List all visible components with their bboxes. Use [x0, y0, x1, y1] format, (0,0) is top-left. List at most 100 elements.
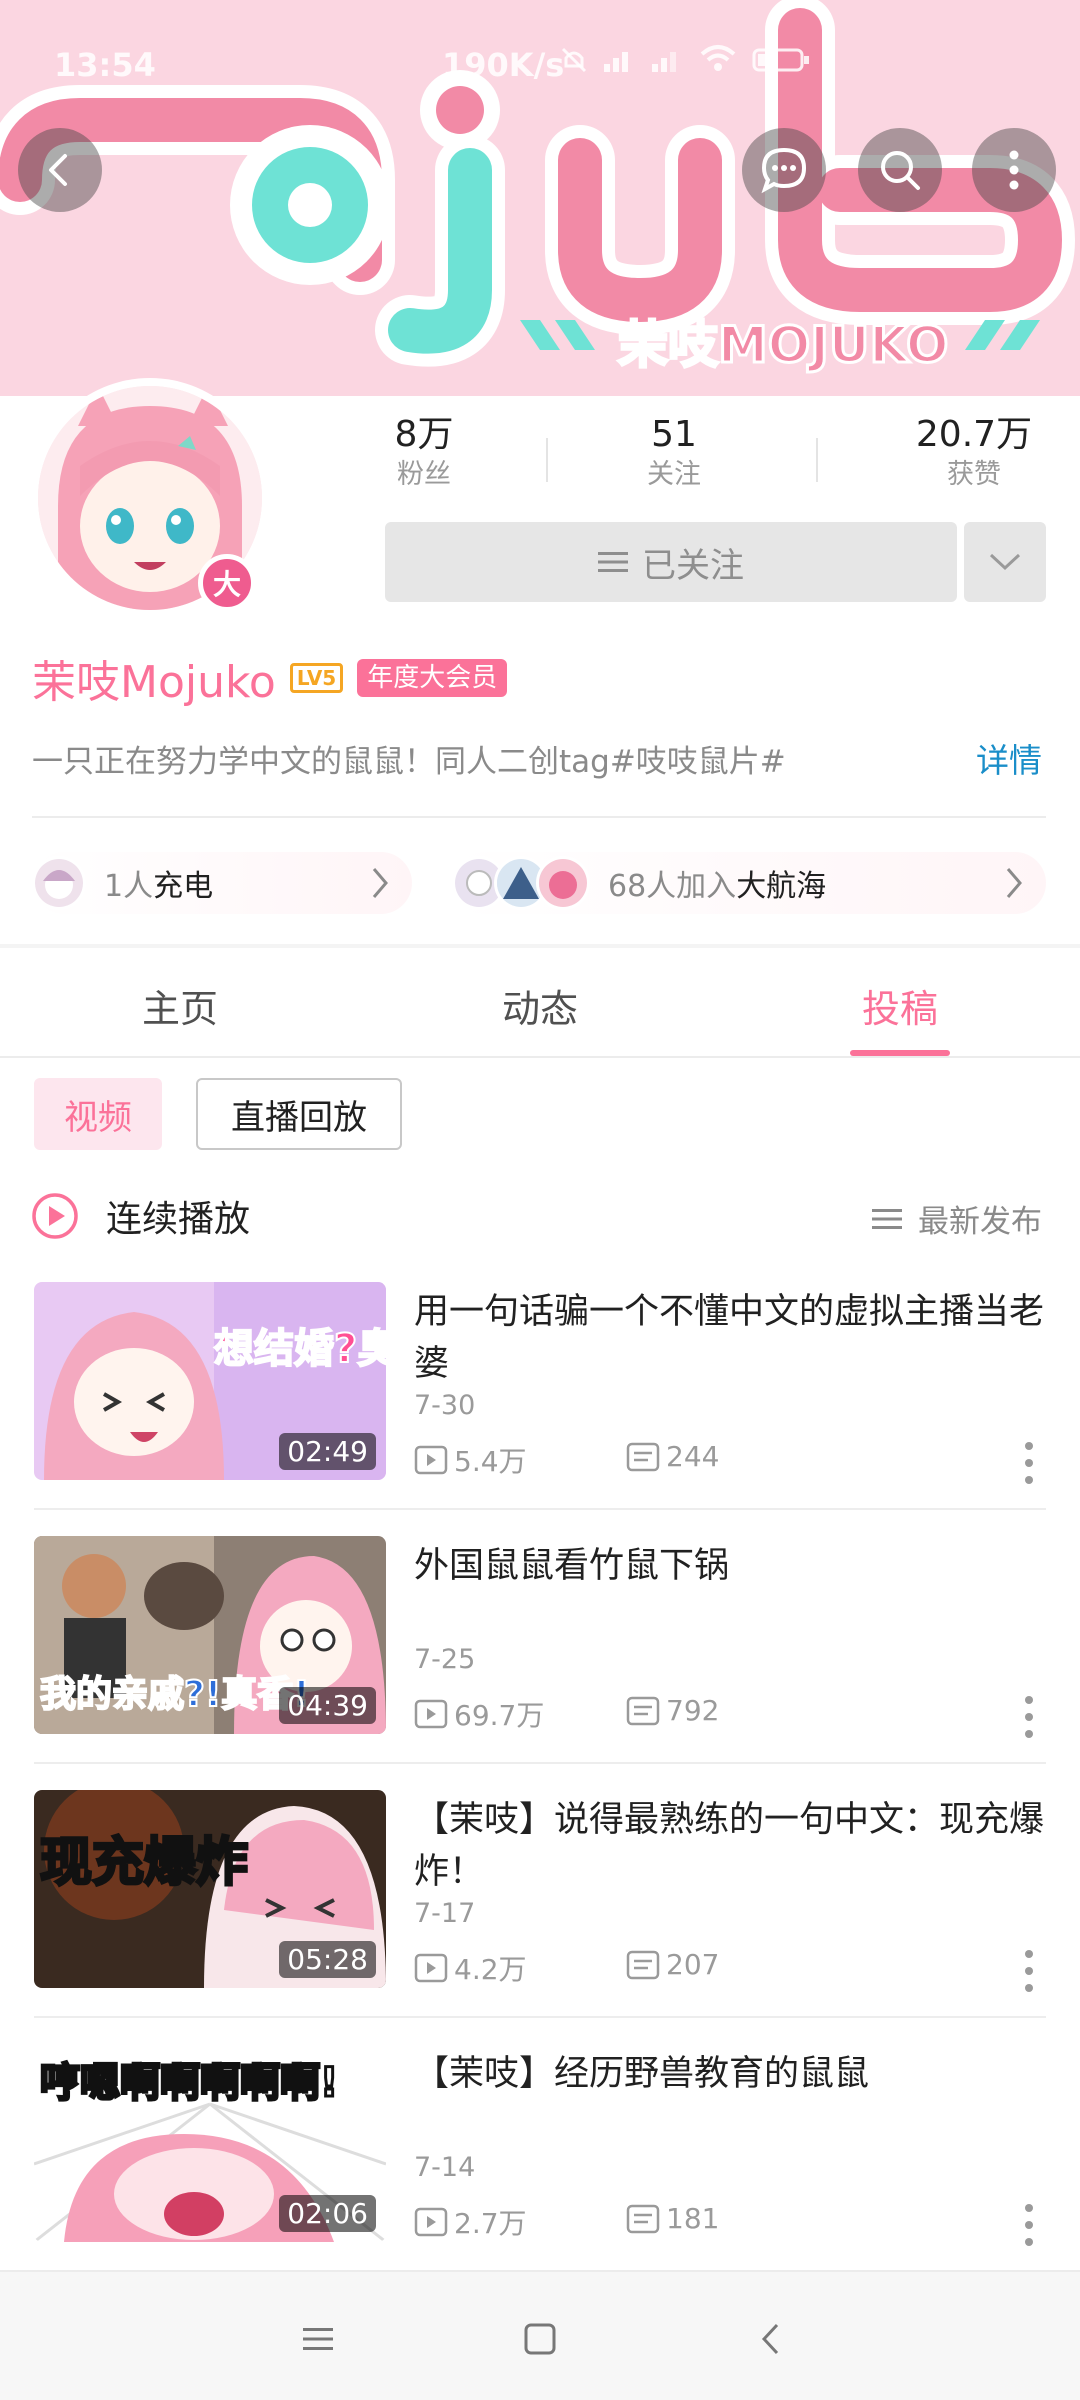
play-count-icon: [414, 1699, 448, 1729]
video-thumbnail[interactable]: 我的亲戚?!真香! 04:39: [34, 1536, 386, 1734]
charge-entry[interactable]: 1人充电: [32, 852, 412, 914]
bio-text: 一只正在努力学中文的鼠鼠！同人二创tag#吱吱鼠片#: [32, 744, 786, 780]
status-net-speed: 190K/s: [442, 46, 565, 84]
profile-tabs: 主页 动态 投稿: [0, 948, 1080, 1058]
signal-icon: [602, 44, 636, 82]
level-badge[interactable]: LV5: [289, 663, 344, 693]
video-danmaku: 181: [626, 2202, 719, 2235]
chevron-right-icon: [372, 868, 388, 898]
fleet-label: 大航海: [736, 869, 827, 904]
followed-button[interactable]: 已关注: [385, 522, 957, 602]
video-date: 7-17: [414, 1898, 476, 1929]
charge-count: 1人: [104, 869, 154, 904]
video-title[interactable]: 用一句话骗一个不懂中文的虚拟主播当老婆: [414, 1286, 1054, 1390]
stat-divider: [546, 438, 548, 482]
system-nav-bar: [0, 2270, 1080, 2400]
stat-following[interactable]: 51 关注: [624, 414, 724, 494]
mute-icon: [560, 44, 588, 82]
video-item[interactable]: 想结婚?臭老公! 02:49 用一句话骗一个不懂中文的虚拟主播当老婆 7-30 …: [0, 1282, 1080, 1536]
video-title[interactable]: 外国鼠鼠看竹鼠下锅: [414, 1540, 1054, 1592]
chevron-down-icon: [989, 553, 1021, 571]
play-count-icon: [414, 1445, 448, 1475]
video-duration: 04:39: [279, 1687, 376, 1724]
search-button[interactable]: [858, 128, 942, 212]
profile-banner: 茉吱MOJUKO 13:54 190K/s: [0, 0, 1080, 396]
video-thumbnail[interactable]: 现充爆炸 05:28: [34, 1790, 386, 1988]
sort-label: 最新发布: [918, 1204, 1042, 1240]
danmaku-icon: [626, 1442, 660, 1471]
more-vertical-icon: [1009, 150, 1019, 190]
video-danmaku: 792: [626, 1694, 719, 1727]
play-count-icon: [414, 1953, 448, 1983]
nav-back-button[interactable]: [740, 2314, 800, 2364]
more-options-button[interactable]: [972, 128, 1056, 212]
back-arrow-icon: [49, 154, 67, 186]
danmaku-icon: [626, 1950, 660, 1979]
signal-icon-2: [650, 44, 684, 82]
official-badge: 大: [198, 554, 256, 612]
stat-following-value: 51: [651, 414, 697, 455]
thumbnail-caption: 我的亲戚?!真香!: [40, 1674, 310, 1715]
video-duration: 02:06: [279, 2195, 376, 2232]
thumbnail-caption: 哼嗯啊啊啊啊啊!: [40, 2060, 338, 2106]
nav-home-button[interactable]: [510, 2314, 570, 2364]
video-item[interactable]: 哼嗯啊啊啊啊啊! 02:06 【茉吱】经历野兽教育的鼠鼠 7-14 2.7万 1…: [0, 2044, 1080, 2298]
video-danmaku: 207: [626, 1948, 719, 1981]
name-row: 茉吱Mojuko LV5 年度大会员: [32, 648, 508, 708]
video-more-icon[interactable]: [1016, 1946, 1042, 1996]
followed-label: 已关注: [642, 545, 744, 586]
username: 茉吱Mojuko: [32, 657, 276, 708]
video-duration: 02:49: [279, 1433, 376, 1470]
video-title[interactable]: 【茉吱】经历野兽教育的鼠鼠: [414, 2048, 1054, 2100]
stat-fans-value: 8万: [394, 414, 454, 455]
home-square-icon: [524, 2323, 556, 2355]
video-more-icon[interactable]: [1016, 1438, 1042, 1488]
chevron-right-icon: [1006, 868, 1022, 898]
stat-following-label: 关注: [647, 459, 701, 490]
play-count-icon: [414, 2207, 448, 2237]
video-thumbnail[interactable]: 想结婚?臭老公! 02:49: [34, 1282, 386, 1480]
follow-dropdown-button[interactable]: [964, 522, 1046, 602]
profile-stats: 8万 粉丝 51 关注 20.7万 获赞: [384, 414, 1044, 504]
danmaku-icon: [626, 1696, 660, 1725]
nav-recents-button[interactable]: [288, 2314, 348, 2364]
stat-likes-label: 获赞: [947, 459, 1001, 490]
filter-live-replay[interactable]: 直播回放: [196, 1078, 402, 1150]
thumbnail-caption: 想结婚?臭老公!: [214, 1326, 386, 1372]
video-views: 4.2万: [414, 1948, 527, 1988]
video-views: 2.7万: [414, 2202, 527, 2242]
video-views: 69.7万: [414, 1694, 544, 1734]
continuous-play-button[interactable]: 连续播放: [30, 1190, 250, 1242]
sort-button[interactable]: 最新发布: [872, 1196, 1042, 1241]
divider: [34, 1762, 1046, 1764]
video-item[interactable]: 现充爆炸 05:28 【茉吱】说得最熟练的一句中文：现充爆炸！ 7-17 4.2…: [0, 1790, 1080, 2044]
stat-likes-value: 20.7万: [915, 414, 1033, 455]
video-item[interactable]: 我的亲戚?!真香! 04:39 外国鼠鼠看竹鼠下锅 7-25 69.7万 792: [0, 1536, 1080, 1790]
video-title[interactable]: 【茉吱】说得最熟练的一句中文：现充爆炸！: [414, 1794, 1054, 1898]
divider: [34, 1508, 1046, 1510]
video-date: 7-14: [414, 2152, 476, 2183]
video-more-icon[interactable]: [1016, 1692, 1042, 1742]
message-button[interactable]: [742, 128, 826, 212]
video-thumbnail[interactable]: 哼嗯啊啊啊啊啊! 02:06: [34, 2044, 386, 2242]
video-more-icon[interactable]: [1016, 2200, 1042, 2250]
tab-dynamic[interactable]: 动态: [440, 978, 640, 1033]
menu-icon: [303, 2328, 333, 2350]
status-bar: 13:54 190K/s: [0, 0, 1080, 120]
back-button[interactable]: [18, 128, 102, 212]
filter-video[interactable]: 视频: [34, 1078, 162, 1150]
status-time: 13:54: [54, 46, 156, 84]
fleet-entry[interactable]: 68人加入大航海: [452, 852, 1046, 914]
video-date: 7-30: [414, 1390, 476, 1421]
detail-link[interactable]: 详情: [976, 734, 1042, 782]
vip-badge[interactable]: 年度大会员: [357, 659, 508, 697]
fleet-avatar-3: [536, 856, 590, 910]
stat-fans[interactable]: 8万 粉丝: [384, 414, 464, 494]
wifi-icon: [698, 44, 738, 82]
fleet-count: 68人加入: [608, 869, 737, 904]
tab-posts[interactable]: 投稿: [800, 978, 1000, 1033]
active-tab-indicator: [850, 1050, 950, 1056]
play-circle-icon: [32, 1193, 78, 1239]
stat-fans-label: 粉丝: [397, 459, 451, 490]
tab-home[interactable]: 主页: [80, 978, 280, 1033]
